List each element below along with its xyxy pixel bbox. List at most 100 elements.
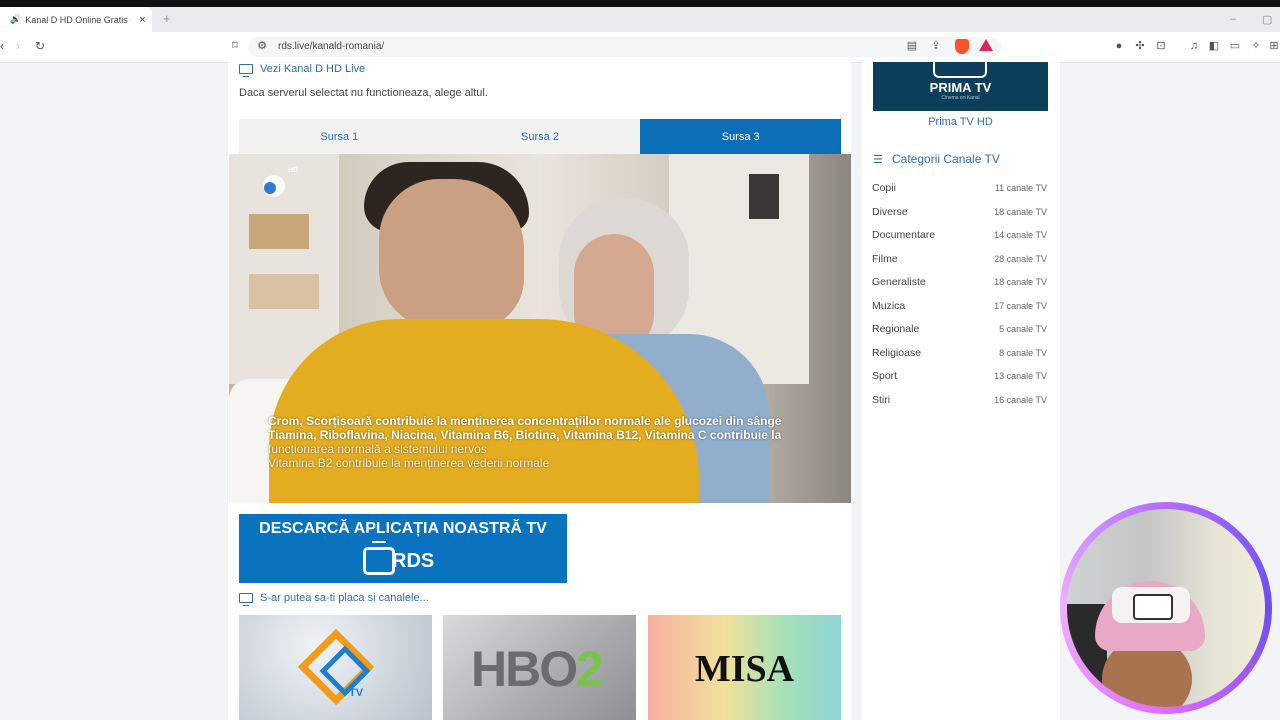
prima-tv-thumbnail[interactable]: PRIMA TV Cinema on Kanal (873, 62, 1048, 111)
leo-icon[interactable]: ✧ (1250, 40, 1262, 52)
category-item[interactable]: Diverse 18 canale TV (872, 202, 1047, 222)
category-item[interactable]: Copii 11 canale TV (872, 178, 1047, 198)
tab-sursa-3[interactable]: Sursa 3 (640, 119, 842, 154)
category-count: 17 canale TV (994, 301, 1047, 311)
category-count: 18 canale TV (994, 277, 1047, 287)
subtitle-line: funcționarea normală a sistemului nervos (268, 442, 487, 456)
webcam-feed (1067, 509, 1265, 707)
boy-head (379, 179, 524, 329)
tab-sursa-2[interactable]: Sursa 2 (440, 119, 641, 154)
misa-logo: MISA (694, 648, 795, 690)
video-player[interactable]: HD Crom, Scorțișoară contribuie la menți… (229, 154, 851, 503)
banner-title: DESCARCĂ APLICAȚIA NOASTRĂ TV (259, 520, 547, 537)
sidebar-icon[interactable]: ◧ (1208, 40, 1220, 52)
close-tab-icon[interactable]: × (139, 14, 145, 26)
subtitle-line: Crom, Scorțișoară contribuie la menținer… (268, 414, 782, 428)
category-item[interactable]: Stiri 16 canale TV (872, 390, 1047, 410)
brave-shield-icon[interactable] (955, 39, 969, 54)
category-item[interactable]: Religioase 8 canale TV (872, 343, 1047, 363)
prima-logo-frame (933, 62, 987, 78)
speaker-icon[interactable]: 🔊 (10, 14, 21, 25)
category-item[interactable]: Generaliste 18 canale TV (872, 272, 1047, 292)
brave-rewards-icon[interactable] (979, 39, 993, 51)
live-heading: Vezi Kanal D HD Live (239, 63, 366, 77)
subtitle-line: Vitamina B2 contribuie la menținerea ved… (268, 456, 550, 470)
puzzle-icon[interactable]: ✣ (1134, 40, 1146, 52)
rds-logo: RDS (392, 550, 435, 572)
category-item[interactable]: Filme 28 canale TV (872, 249, 1047, 269)
tab-strip: 🔊 Kanal D HD Online Gratis - RD × + – ▢ (0, 7, 1280, 32)
reload-icon[interactable]: ↻ (35, 39, 45, 53)
category-count: 11 canale TV (994, 183, 1047, 193)
reader-icon[interactable]: ▤ (906, 40, 918, 52)
monitor-icon (239, 593, 253, 606)
navigation-bar: ‹ › ↻ ⌑ ⚙ rds.live/kanald-romania/ ▤ ⇪ ●… (0, 32, 1280, 63)
category-item[interactable]: Regionale 5 canale TV (872, 319, 1047, 339)
source-tabs: Sursa 1 Sursa 2 Sursa 3 (239, 119, 842, 154)
prima-logo: PRIMA TV (929, 80, 992, 95)
bookmark-icon[interactable]: ⌑ (229, 40, 241, 52)
monitor-icon (239, 64, 253, 77)
window-top-bar (0, 0, 1280, 7)
main-content: Vezi Kanal D HD Live Daca serverul selec… (228, 62, 851, 720)
hbo-logo-number: 2 (576, 641, 604, 697)
category-name: Filme (872, 253, 898, 265)
tab-sursa-1[interactable]: Sursa 1 (239, 119, 440, 154)
menu-icon[interactable]: ⊞ (1268, 40, 1280, 52)
minimize-icon[interactable]: – (1230, 13, 1236, 25)
suggestions-label: S-ar putea sa-ti placa si canalele... (260, 592, 429, 604)
browser-tab-active[interactable]: 🔊 Kanal D HD Online Gratis - RD × (0, 7, 152, 32)
screenshot-icon[interactable]: ⊡ (1155, 40, 1167, 52)
utv-logo-text: TV (349, 687, 364, 699)
category-item[interactable]: Muzica 17 canale TV (872, 296, 1047, 316)
extension-icon[interactable]: ● (1113, 40, 1125, 52)
category-count: 16 canale TV (994, 395, 1047, 405)
channel-card-utv[interactable]: TV (239, 615, 432, 720)
new-tab-button[interactable]: + (163, 11, 171, 26)
server-note: Daca serverul selectat nu functioneaza, … (239, 87, 488, 99)
url-text[interactable]: rds.live/kanald-romania/ (278, 41, 384, 52)
category-name: Religioase (872, 347, 922, 359)
maximize-icon[interactable]: ▢ (1262, 13, 1272, 26)
categories-heading: ☰ Categorii Canale TV (873, 152, 1000, 166)
category-count: 8 canale TV (999, 348, 1047, 358)
webcam-overlay (1060, 502, 1272, 714)
category-name: Stiri (872, 394, 891, 406)
site-info-icon[interactable]: ⚙ (256, 40, 268, 52)
music-icon[interactable]: ♫ (1188, 40, 1200, 52)
category-name: Diverse (872, 206, 908, 218)
live-label: Vezi Kanal D HD Live (260, 63, 366, 75)
shelf-box (249, 214, 309, 249)
subtitle-line: Tiamina, Riboflavina, Niacina, Vitamina … (268, 428, 782, 442)
category-count: 14 canale TV (994, 230, 1047, 240)
categories-title: Categorii Canale TV (892, 152, 1000, 166)
wallet-icon[interactable]: ▭ (1229, 40, 1241, 52)
prima-tagline: Cinema on Kanal (941, 95, 980, 101)
suggestions-heading: S-ar putea sa-ti placa si canalele... (239, 592, 429, 606)
category-name: Muzica (872, 300, 906, 312)
category-item[interactable]: Sport 13 canale TV (872, 366, 1047, 386)
category-name: Sport (872, 370, 898, 382)
category-count: 28 canale TV (994, 254, 1047, 264)
tv-icon (363, 547, 395, 575)
category-count: 5 canale TV (999, 324, 1047, 334)
category-name: Documentare (872, 229, 936, 241)
list-icon: ☰ (873, 153, 883, 166)
sidebar: PRIMA TV Cinema on Kanal Prima TV HD ☰ C… (862, 62, 1060, 720)
frame (749, 174, 779, 219)
channel-card-hbo2[interactable]: HBO2 (443, 615, 636, 720)
category-count: 18 canale TV (994, 207, 1047, 217)
prima-tv-link[interactable]: Prima TV HD (873, 116, 1048, 128)
share-icon[interactable]: ⇪ (930, 40, 942, 52)
channel-card-misa[interactable]: MISA (648, 615, 841, 720)
hd-badge: HD (288, 167, 299, 174)
category-name: Generaliste (872, 276, 926, 288)
category-item[interactable]: Documentare 14 canale TV (872, 225, 1047, 245)
kanal-d-logo-icon (264, 182, 276, 194)
cap-patch (1133, 594, 1173, 620)
app-download-banner[interactable]: DESCARCĂ APLICAȚIA NOASTRĂ TV RDS (239, 514, 567, 583)
category-count: 13 canale TV (994, 371, 1047, 381)
back-icon[interactable]: ‹ (0, 39, 4, 53)
forward-icon[interactable]: › (16, 39, 20, 53)
hbo-logo-text: HBO (471, 641, 578, 697)
